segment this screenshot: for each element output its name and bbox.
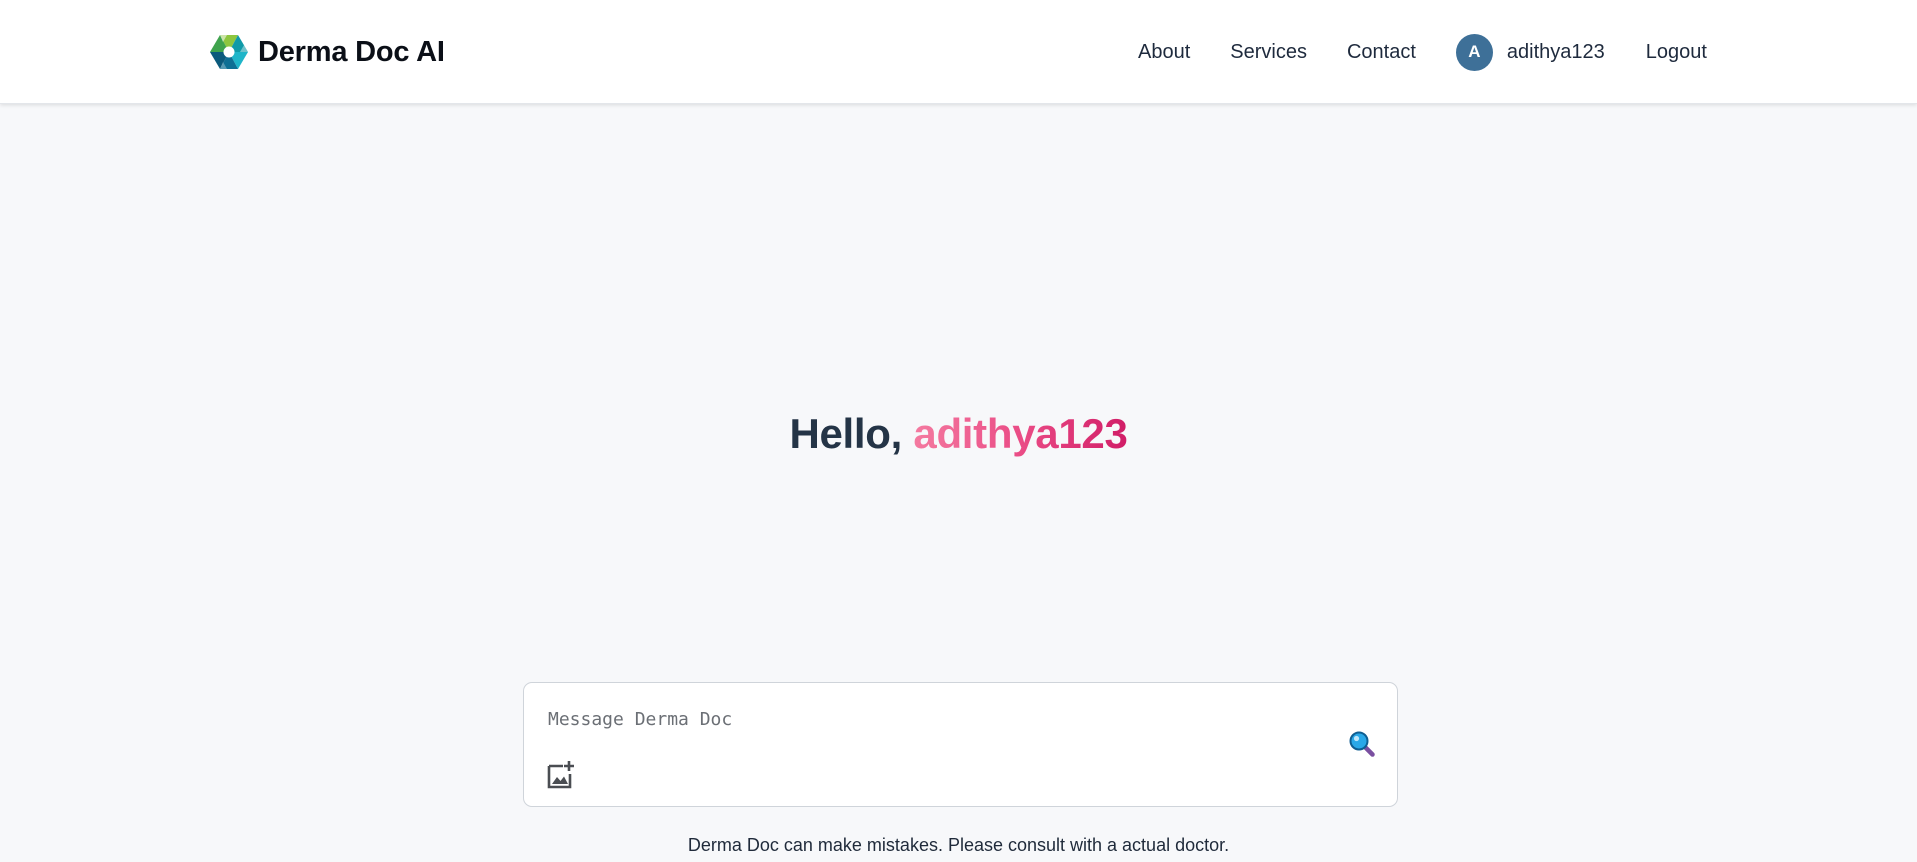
nav-about-link[interactable]: About bbox=[1138, 41, 1190, 64]
aperture-logo-icon bbox=[210, 35, 248, 69]
user-menu[interactable]: A adithya123 bbox=[1455, 33, 1605, 71]
nav-services-link[interactable]: Services bbox=[1230, 41, 1307, 64]
avatar: A bbox=[1455, 33, 1493, 71]
add-image-icon[interactable] bbox=[545, 759, 577, 791]
greeting-username: adithya123 bbox=[913, 410, 1128, 457]
nav-contact-link[interactable]: Contact bbox=[1347, 41, 1416, 64]
message-input[interactable] bbox=[548, 705, 1328, 733]
magnifier-icon[interactable] bbox=[1348, 730, 1376, 758]
brand-name: Derma Doc AI bbox=[258, 35, 445, 68]
brand[interactable]: Derma Doc AI bbox=[209, 32, 445, 72]
main-nav: About Services Contact A adithya123 Logo… bbox=[1138, 30, 1707, 74]
username: adithya123 bbox=[1506, 40, 1605, 63]
greeting-heading: Hello, adithya123 bbox=[0, 410, 1917, 458]
message-composer bbox=[523, 682, 1398, 807]
navbar: Derma Doc AI About Services Contact A ad… bbox=[0, 0, 1917, 104]
logout-link[interactable]: Logout bbox=[1646, 41, 1707, 64]
greeting-prefix: Hello, bbox=[789, 410, 914, 457]
disclaimer-text: Derma Doc can make mistakes. Please cons… bbox=[687, 835, 1230, 855]
